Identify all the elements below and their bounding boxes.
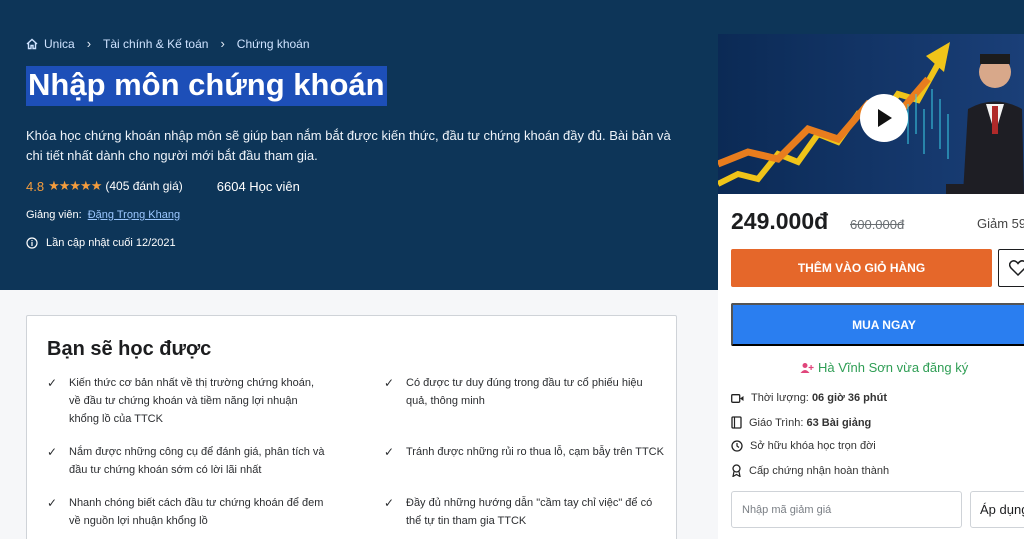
video-icon [731,393,744,403]
current-price: 249.000đ [731,208,829,234]
user-plus-icon [800,362,814,373]
learner-count: 6604 Học viên [216,178,300,194]
heart-icon [1009,260,1024,276]
recent-signup-text: Hà Vĩnh Sơn vừa đăng ký [818,360,969,375]
feature-value: 63 Bài giảng [806,416,872,429]
learning-item-text: Tránh được những rủi ro thua lỗ, cạm bẫy… [406,446,664,458]
feature-certificate: Cấp chứng nhận hoàn thành [731,464,889,477]
play-icon [878,109,892,127]
rating-count: (405 đánh giá) [105,179,183,193]
clock-icon [731,440,743,452]
rating-value: 4.8 [26,178,45,194]
chevron-right-icon: › [86,36,92,51]
chevron-right-icon: › [220,36,225,51]
feature-duration: Thời lượng: 06 giờ 36 phút [731,392,887,404]
discount-badge: Giảm 59% [977,216,1024,231]
feature-curriculum: Giáo Trình: 63 Bài giảng [731,416,871,429]
learning-item-text: Nhanh chóng biết cách đầu tư chứng khoán… [69,497,324,527]
feature-label: Cấp chứng nhận hoàn thành [749,464,890,477]
apply-coupon-button[interactable]: Áp dụng [970,491,1024,528]
check-icon: ✓ [47,496,58,510]
info-icon [26,237,38,249]
course-description: Khóa học chứng khoán nhập môn sẽ giúp bạ… [26,128,671,163]
breadcrumb: Unica › Tài chính & Kế toán › Chứng khoá… [26,36,310,51]
feature-label: Thời lượng: [751,392,809,404]
learning-item: ✓ Kiến thức cơ bản nhất về thị trường ch… [47,374,327,428]
learning-item: ✓ Nhanh chóng biết cách đầu tư chứng kho… [47,494,327,530]
learning-item: ✓ Có được tư duy đúng trong đầu tư cổ ph… [384,374,664,410]
add-to-cart-button[interactable]: THÊM VÀO GIỎ HÀNG [731,249,992,287]
rating-row: 4.8 ★★★★★ (405 đánh giá) 6604 Học viên [26,178,300,194]
recent-signup: Hà Vĩnh Sơn vừa đăng ký [800,360,968,375]
breadcrumb-home-label: Unica [44,36,75,51]
breadcrumb-home[interactable]: Unica [26,37,75,51]
learning-item: ✓ Tránh được những rủi ro thua lỗ, cạm b… [384,443,664,461]
page-title: Nhập môn chứng khoán [26,66,387,106]
learning-item: ✓ Nắm được những công cụ để đánh giá, ph… [47,443,327,479]
learning-outcomes: Bạn sẽ học được ✓ Kiến thức cơ bản nhất … [26,315,677,539]
check-icon: ✓ [384,445,395,459]
original-price: 600.000đ [850,217,905,232]
learning-item-text: Nắm được những công cụ để đánh giá, phân… [69,446,325,476]
buy-now-button[interactable]: MUA NGAY [731,303,1024,346]
check-icon: ✓ [47,376,58,390]
feature-label: Giáo Trình: [749,416,804,429]
check-icon: ✓ [384,376,395,390]
learning-outcomes-title: Bạn sẽ học được [47,338,212,360]
certificate-icon [732,464,741,477]
feature-lifetime: Sở hữu khóa học trọn đời [731,440,876,452]
learning-item-text: Đầy đủ những hướng dẫn "cầm tay chỉ việc… [406,497,653,527]
play-button[interactable] [860,94,908,142]
breadcrumb-item-stocks[interactable]: Chứng khoán [237,37,310,51]
last-updated: Lần cập nhật cuối 12/2021 [26,237,176,249]
learning-item: ✓ Đầy đủ những hướng dẫn "cầm tay chỉ vi… [384,494,664,530]
learning-item-text: Kiến thức cơ bản nhất về thị trường chứn… [69,377,315,425]
feature-value: 06 giờ 36 phút [811,392,887,404]
last-updated-text: Lần cập nhật cuối 12/2021 [46,237,176,249]
course-preview-video[interactable] [718,34,1024,194]
purchase-card: 249.000đ 600.000đ Giảm 59% THÊM VÀO GIỎ … [718,34,1024,539]
instructor-link[interactable]: Đặng Trọng Khang [88,209,180,221]
home-icon [26,38,38,49]
book-icon [731,416,742,429]
check-icon: ✓ [47,445,58,459]
feature-label: Sở hữu khóa học trọn đời [750,440,876,452]
wishlist-button[interactable] [998,249,1024,287]
instructor-label: Giảng viên: [26,209,82,221]
star-rating-icon: ★★★★★ [48,178,102,193]
check-icon: ✓ [384,496,395,510]
coupon-input[interactable] [731,491,962,528]
instructor: Giảng viên: Đặng Trọng Khang [26,209,180,221]
breadcrumb-item-finance[interactable]: Tài chính & Kế toán [103,37,208,51]
learning-item-text: Có được tư duy đúng trong đầu tư cổ phiế… [406,377,643,407]
